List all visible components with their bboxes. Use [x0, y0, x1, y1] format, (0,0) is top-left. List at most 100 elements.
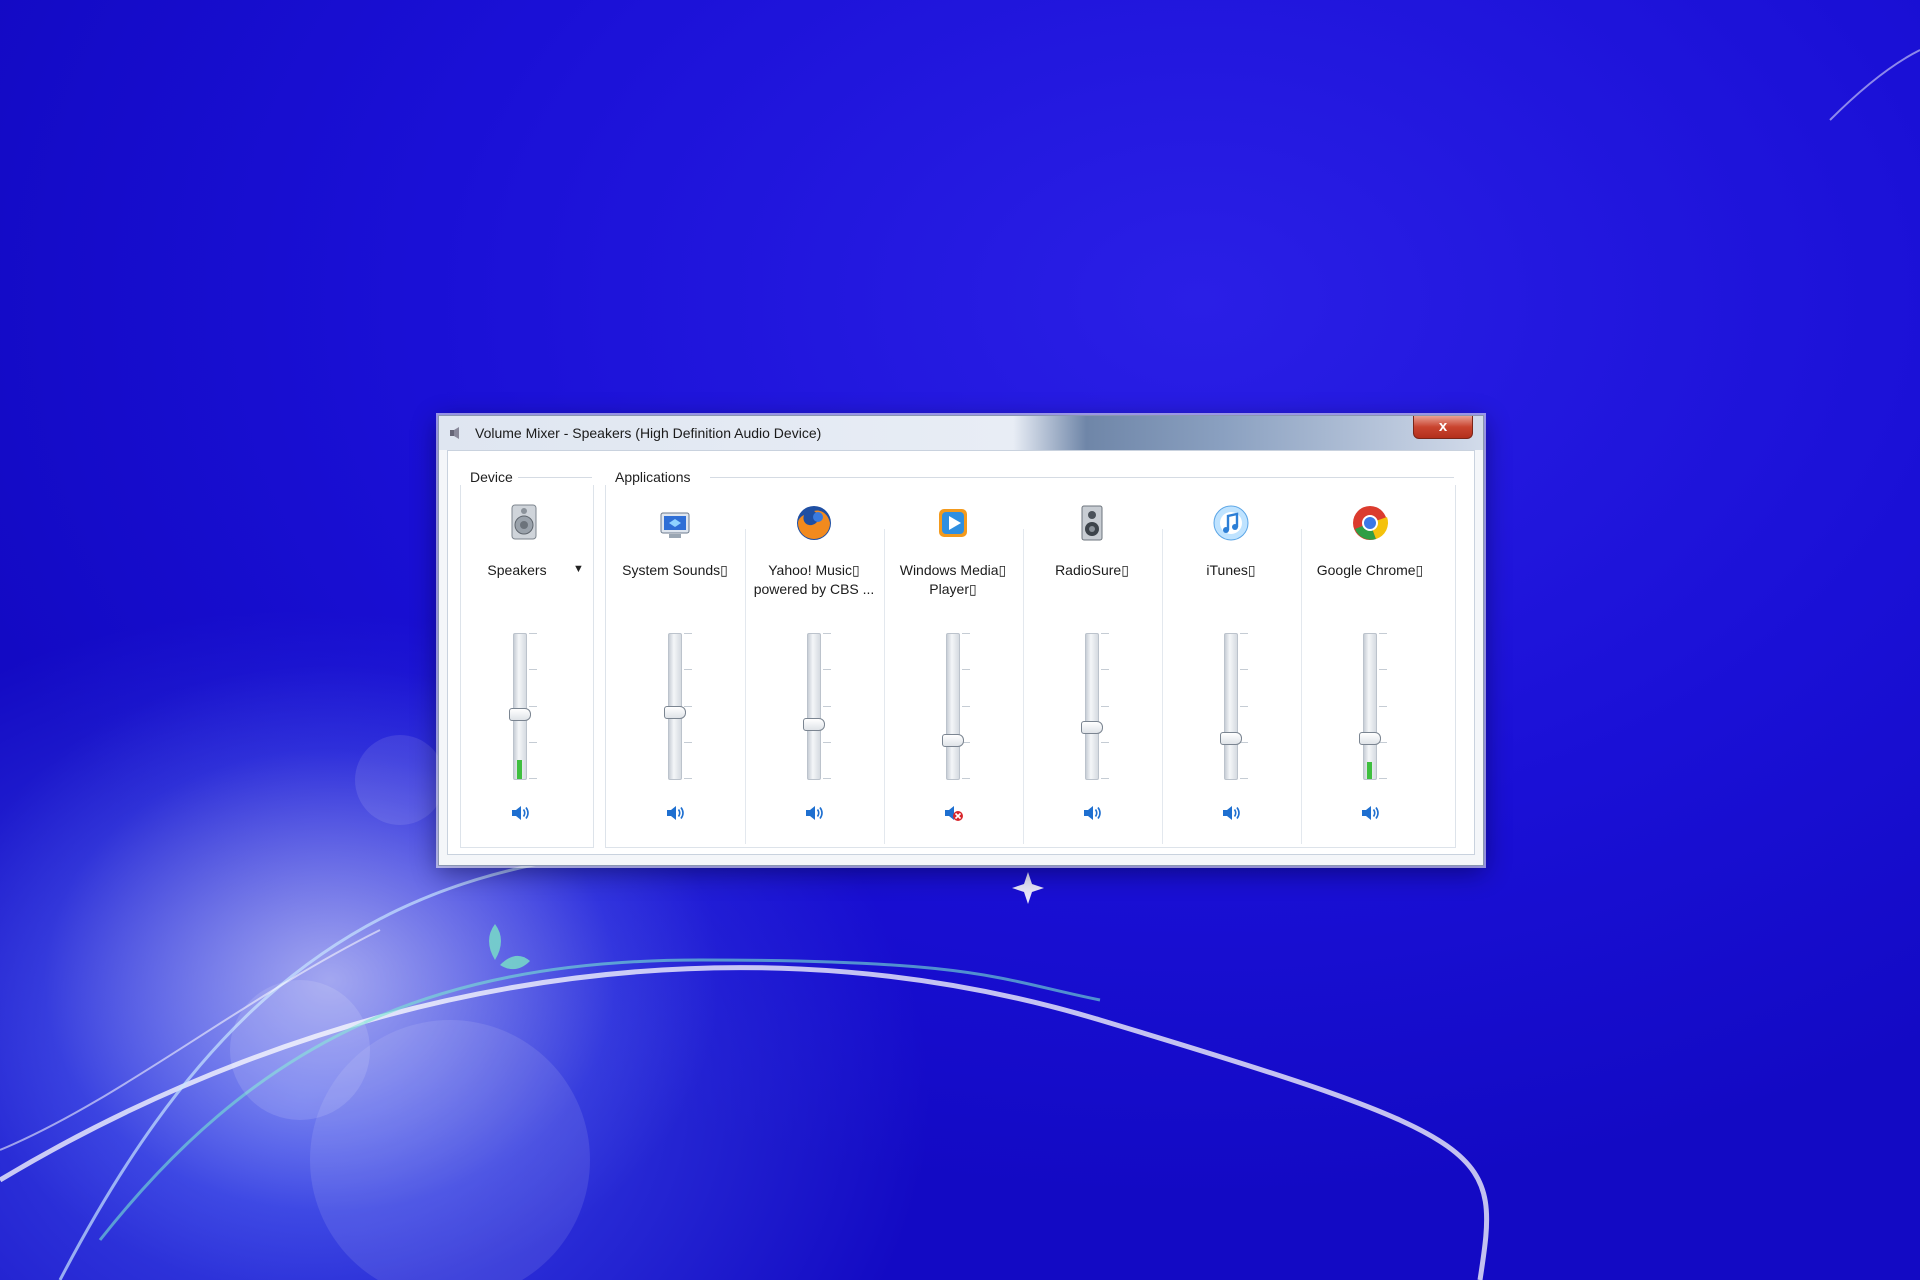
app-label-radiosure: RadioSure▯ — [1055, 562, 1129, 578]
device-volume-slider[interactable] — [513, 633, 527, 780]
slider-tick — [962, 633, 970, 634]
close-button[interactable]: x — [1413, 416, 1473, 439]
app-label-windows-media-player: Windows Media▯ Player▯ — [899, 562, 1007, 597]
slider-ticks — [1240, 633, 1248, 780]
slider-tick — [684, 778, 692, 779]
slider-tick — [962, 706, 970, 707]
title-bar[interactable]: Volume Mixer - Speakers (High Definition… — [439, 416, 1483, 450]
slider-tick — [1240, 633, 1248, 634]
slider-tick — [529, 778, 537, 779]
device-group-divider — [518, 477, 592, 478]
wallpaper-sparkle — [1012, 872, 1044, 904]
device-group-label: Device — [470, 469, 513, 485]
windows-media-player-volume-thumb[interactable] — [942, 734, 964, 747]
google-chrome-peak-meter — [1367, 762, 1372, 779]
channel-separator — [745, 529, 746, 844]
slider-tick — [1240, 706, 1248, 707]
system-sounds-icon — [660, 512, 690, 538]
radiosure-volume-slider[interactable] — [1085, 633, 1099, 780]
device-channel-speakers: Speakers ▼ — [461, 485, 591, 845]
channel-separator — [884, 529, 885, 844]
speakers-device-icon — [511, 504, 537, 540]
app-label-google-chrome: Google Chrome▯ — [1316, 562, 1424, 578]
wallpaper-bokeh — [230, 980, 370, 1120]
system-sounds-volume-thumb[interactable] — [664, 706, 686, 719]
slider-tick — [1101, 742, 1109, 743]
slider-tick — [1101, 669, 1109, 670]
itunes-volume-thumb[interactable] — [1220, 732, 1242, 745]
app-label-system-sounds: System Sounds▯ — [622, 562, 728, 578]
firefox-icon — [797, 506, 831, 540]
mixer-client-area: Device Applications Speakers ▼ System So… — [447, 450, 1475, 855]
yahoo-music-speaker-icon[interactable] — [804, 803, 826, 823]
radiosure-speaker-icon[interactable] — [1082, 803, 1104, 823]
channel-separator — [1301, 529, 1302, 844]
volume-mixer-window: Volume Mixer - Speakers (High Definition… — [438, 415, 1484, 866]
google-chrome-speaker-icon[interactable] — [1360, 803, 1382, 823]
system-sounds-speaker-icon[interactable] — [665, 803, 687, 823]
app-channel-itunes: iTunes▯ — [1166, 485, 1296, 845]
slider-tick — [684, 742, 692, 743]
itunes-icon — [1213, 505, 1249, 541]
slider-tick — [1240, 778, 1248, 779]
device-peak-meter — [517, 760, 522, 779]
itunes-volume-slider[interactable] — [1224, 633, 1238, 780]
app-channel-system-sounds: System Sounds▯ — [610, 485, 740, 845]
slider-ticks — [529, 633, 537, 780]
slider-tick — [529, 669, 537, 670]
slider-ticks — [1101, 633, 1109, 780]
windows-media-player-volume-slider[interactable] — [946, 633, 960, 780]
slider-tick — [1101, 778, 1109, 779]
slider-ticks — [1379, 633, 1387, 780]
slider-tick — [529, 742, 537, 743]
device-volume-thumb[interactable] — [509, 708, 531, 721]
slider-tick — [1101, 633, 1109, 634]
slider-tick — [529, 706, 537, 707]
wallpaper-bokeh — [355, 735, 445, 825]
slider-tick — [1379, 706, 1387, 707]
slider-tick — [823, 706, 831, 707]
channel-separator — [1162, 529, 1163, 844]
app-label-itunes: iTunes▯ — [1206, 562, 1256, 578]
chevron-down-icon[interactable]: ▼ — [573, 563, 584, 575]
slider-ticks — [962, 633, 970, 780]
slider-tick — [823, 778, 831, 779]
slider-ticks — [823, 633, 831, 780]
slider-tick — [1240, 742, 1248, 743]
slider-tick — [684, 706, 692, 707]
slider-tick — [1379, 742, 1387, 743]
slider-tick — [1379, 633, 1387, 634]
google-chrome-volume-slider[interactable] — [1363, 633, 1377, 780]
radio-speaker-icon — [1081, 505, 1103, 541]
yahoo-music-volume-slider[interactable] — [807, 633, 821, 780]
slider-tick — [684, 633, 692, 634]
google-chrome-volume-thumb[interactable] — [1359, 732, 1381, 745]
slider-tick — [684, 669, 692, 670]
slider-tick — [823, 742, 831, 743]
window-title: Volume Mixer - Speakers (High Definition… — [475, 425, 822, 441]
slider-tick — [1101, 706, 1109, 707]
slider-tick — [823, 669, 831, 670]
slider-tick — [1379, 669, 1387, 670]
applications-panel: System Sounds▯ Yahoo! Music▯ powered by C… — [605, 485, 1456, 848]
device-label[interactable]: Speakers — [461, 561, 573, 580]
applications-group-label: Applications — [615, 469, 691, 485]
radiosure-volume-thumb[interactable] — [1081, 721, 1103, 734]
channel-separator — [1023, 529, 1024, 844]
app-label-yahoo-music: Yahoo! Music▯ powered by CBS ... — [753, 562, 875, 597]
slider-tick — [1379, 778, 1387, 779]
device-speaker-icon[interactable] — [510, 803, 532, 823]
yahoo-music-volume-thumb[interactable] — [803, 718, 825, 731]
slider-tick — [1240, 669, 1248, 670]
wallpaper-swoosh — [0, 965, 1490, 1280]
wallpaper-swoosh — [1829, 49, 1920, 121]
app-channel-radiosure: RadioSure▯ — [1027, 485, 1157, 845]
applications-group-divider — [710, 477, 1454, 478]
app-channel-yahoo-music: Yahoo! Music▯ powered by CBS ... — [749, 485, 879, 845]
windows-media-player-muted-speaker-icon[interactable] — [943, 803, 965, 823]
app-channel-google-chrome: Google Chrome▯ — [1305, 485, 1435, 845]
slider-tick — [962, 669, 970, 670]
wallpaper-leaf — [489, 924, 530, 970]
itunes-speaker-icon[interactable] — [1221, 803, 1243, 823]
slider-tick — [962, 778, 970, 779]
